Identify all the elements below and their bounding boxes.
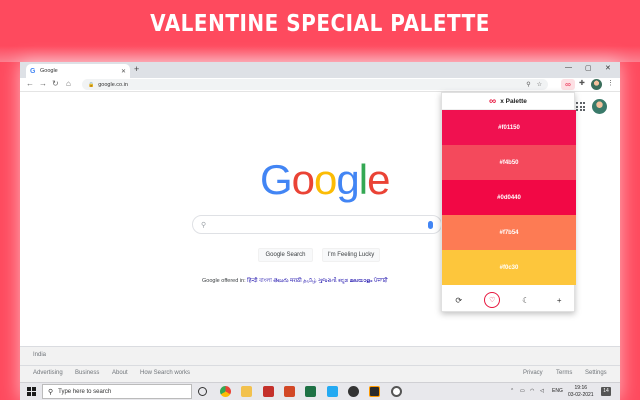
taskbar-search[interactable]: ⚲ Type here to search xyxy=(42,384,192,399)
forward-arrow-icon[interactable]: → xyxy=(39,79,47,88)
footer-link-advertising[interactable]: Advertising xyxy=(33,370,63,376)
illustrator-icon[interactable] xyxy=(369,386,380,397)
logo-letter: l xyxy=(358,156,368,203)
color-swatch[interactable]: #f7b54 xyxy=(442,215,576,250)
clock-date: 03-02-2021 xyxy=(568,391,594,398)
logo-letter: g xyxy=(336,156,359,203)
location-pin-icon[interactable]: ⚲ xyxy=(526,81,530,88)
footer-link-terms[interactable]: Terms xyxy=(556,370,572,376)
taskbar-search-icon: ⚲ xyxy=(48,388,54,396)
volume-icon[interactable]: ◁ xyxy=(540,388,544,394)
offered-prefix: Google offered in: xyxy=(202,278,246,284)
logo-letter: G xyxy=(260,156,293,203)
chrome-icon[interactable] xyxy=(220,386,231,397)
vscode-icon[interactable] xyxy=(327,386,338,397)
swatch-list: #f01150 #f4b50 #0d0440 #f7b54 #f0c30 xyxy=(442,110,576,285)
tab-strip: G Google ✕ + — ▢ ✕ xyxy=(20,62,620,78)
search-icon: ⚲ xyxy=(201,221,207,229)
browser-menu-icon[interactable]: ⋮ xyxy=(607,79,614,87)
browser-tab[interactable]: G Google ✕ xyxy=(26,64,130,78)
task-view-icon[interactable] xyxy=(198,387,207,396)
windows-start-icon[interactable] xyxy=(27,387,36,396)
plus-icon[interactable]: + xyxy=(551,292,567,308)
maximize-button[interactable]: ▢ xyxy=(585,64,592,72)
notification-count[interactable]: 14 xyxy=(601,387,611,396)
tab-title: Google xyxy=(40,68,58,74)
google-logo: Google xyxy=(260,156,390,204)
account-avatar[interactable] xyxy=(592,99,607,114)
footer-link-settings[interactable]: Settings xyxy=(585,370,607,376)
color-swatch[interactable]: #f4b50 xyxy=(442,145,576,180)
shuffle-icon[interactable]: ⟳ xyxy=(451,292,467,308)
logo-letter: e xyxy=(367,156,390,203)
footer-link-about[interactable]: About xyxy=(112,370,128,376)
swatch-hex-label: #0d0440 xyxy=(497,194,521,201)
feeling-lucky-button[interactable]: I'm Feeling Lucky xyxy=(322,248,380,262)
footer-link-privacy[interactable]: Privacy xyxy=(523,370,543,376)
logo-letter: o xyxy=(291,156,315,203)
popup-actions: ⟳ ♡ ☾ + xyxy=(442,287,576,313)
infinity-logo-icon: ∞ xyxy=(489,95,497,107)
color-swatch[interactable]: #f01150 xyxy=(442,110,576,145)
pink-band xyxy=(0,46,640,62)
swatch-hex-label: #f0c30 xyxy=(499,264,519,271)
network-icon[interactable]: ▭ xyxy=(520,388,525,394)
tray-chevron-icon[interactable]: ⌃ xyxy=(510,388,514,394)
banner-title: VALENTINE SPECIAL PALETTE xyxy=(150,9,490,37)
banner: VALENTINE SPECIAL PALETTE xyxy=(0,0,640,46)
wifi-icon[interactable]: ◠ xyxy=(530,388,534,394)
new-tab-button[interactable]: + xyxy=(134,64,139,74)
powerpoint-icon[interactable] xyxy=(284,386,295,397)
moon-icon[interactable]: ☾ xyxy=(518,292,534,308)
color-swatch[interactable]: #f0c30 xyxy=(442,250,576,285)
languages-offered: Google offered in: हिन्दी বাংলা తెలుగు म… xyxy=(202,276,388,286)
reload-icon[interactable]: ↻ xyxy=(52,79,59,88)
pdf-reader-icon[interactable] xyxy=(263,386,274,397)
bookmark-star-icon[interactable]: ☆ xyxy=(537,81,542,88)
back-arrow-icon[interactable]: ← xyxy=(26,79,34,88)
google-apps-icon[interactable] xyxy=(576,102,585,111)
close-window-button[interactable]: ✕ xyxy=(605,64,611,72)
profile-avatar-small[interactable] xyxy=(591,79,602,90)
system-clock[interactable]: 19:16 03-02-2021 xyxy=(568,385,594,398)
logo-letter: o xyxy=(314,156,337,203)
excel-icon[interactable] xyxy=(305,386,316,397)
microphone-icon[interactable] xyxy=(428,220,433,229)
footer-link-how-search-works[interactable]: How Search works xyxy=(140,370,190,376)
footer-divider xyxy=(20,365,620,366)
color-swatch[interactable]: #0d0440 xyxy=(442,180,576,215)
minimize-button[interactable]: — xyxy=(565,64,572,71)
language-links[interactable]: हिन्दी বাংলা తెలుగు मराठी தமிழ் ગુજરાતી … xyxy=(247,278,388,284)
heart-icon[interactable]: ♡ xyxy=(484,292,501,308)
screen: G Google ✕ + — ▢ ✕ ← → ↻ ⌂ 🔒 google.co.i… xyxy=(20,62,620,400)
windows-taskbar: ⚲ Type here to search ⌃ ▭ ◠ ◁ ENG 19:16 … xyxy=(20,382,620,400)
obs-icon[interactable] xyxy=(391,386,402,397)
swatch-hex-label: #f7b54 xyxy=(499,229,519,236)
footer-country: India xyxy=(33,352,47,358)
swatch-hex-label: #f4b50 xyxy=(499,159,519,166)
popup-header: ∞ x Palette xyxy=(442,93,574,110)
browser-toolbar: ← → ↻ ⌂ 🔒 google.co.in ⚲ ☆ ∞ ✚ ⋮ xyxy=(20,78,620,92)
language-indicator[interactable]: ENG xyxy=(552,388,563,394)
footer-link-business[interactable]: Business xyxy=(75,370,99,376)
swatch-hex-label: #f01150 xyxy=(498,124,520,131)
page-footer: India Advertising Business About How Sea… xyxy=(20,346,620,382)
lock-icon: 🔒 xyxy=(88,81,95,88)
palette-popup: ∞ x Palette #f01150 #f4b50 #0d0440 #f7b54 #f… xyxy=(441,92,576,313)
file-explorer-icon[interactable] xyxy=(241,386,252,397)
url-text: google.co.in xyxy=(98,81,128,88)
tab-close-icon[interactable]: ✕ xyxy=(121,68,126,75)
extensions-puzzle-icon[interactable]: ✚ xyxy=(579,79,585,87)
home-icon[interactable]: ⌂ xyxy=(66,79,71,88)
github-icon[interactable] xyxy=(348,386,359,397)
popup-title: x Palette xyxy=(500,97,527,105)
address-bar[interactable]: 🔒 google.co.in ⚲ ☆ xyxy=(82,79,548,90)
search-input[interactable] xyxy=(212,221,428,228)
google-favicon-icon: G xyxy=(30,67,36,75)
taskbar-search-placeholder: Type here to search xyxy=(58,388,112,395)
google-search-button[interactable]: Google Search xyxy=(258,248,313,262)
search-box[interactable]: ⚲ xyxy=(192,215,442,234)
palette-extension-icon[interactable]: ∞ xyxy=(561,79,575,90)
